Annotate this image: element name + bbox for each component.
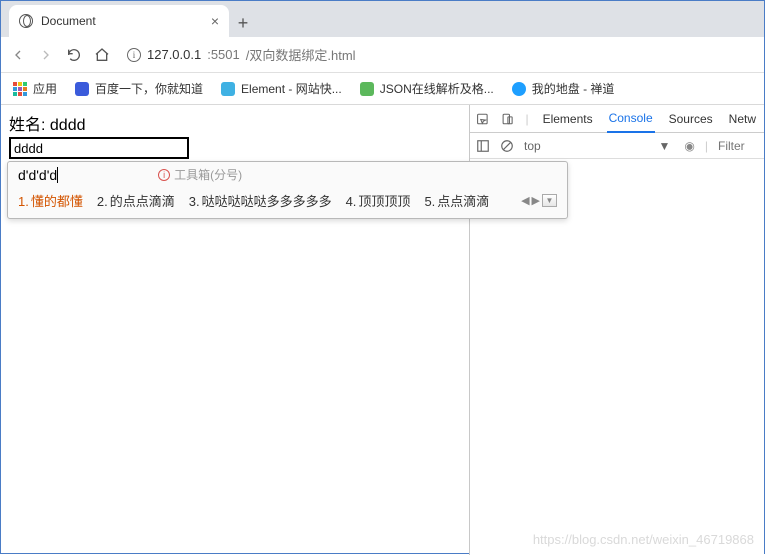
name-label: 姓名: dddd — [9, 111, 461, 135]
apps-label: 应用 — [33, 80, 57, 97]
ime-candidate[interactable]: 2.的点点滴滴 — [97, 191, 175, 210]
bound-value: dddd — [50, 117, 86, 134]
tab-console[interactable]: Console — [607, 105, 655, 133]
back-button[interactable] — [9, 46, 27, 64]
apps-icon — [13, 82, 27, 96]
page-viewport: 姓名: dddd d'd'd'd i 工具箱(分号) 1.懂的都懂 2.的点点滴… — [1, 105, 470, 555]
url-host: 127.0.0.1 — [147, 47, 201, 62]
url-box[interactable]: i 127.0.0.1 :5501/双向数据绑定.html — [121, 45, 756, 64]
ime-pager[interactable]: ◀ ▶ ▼ — [521, 194, 557, 207]
close-tab-icon[interactable]: × — [211, 13, 219, 29]
bookmark-bar: 应用 百度一下，你就知道 Element - 网站快... JSON在线解析及格… — [1, 73, 764, 105]
ime-candidate[interactable]: 4.顶顶顶顶 — [346, 191, 411, 210]
ime-candidate[interactable]: 3.哒哒哒哒哒多多多多多 — [189, 191, 332, 210]
new-tab-button[interactable]: + — [229, 9, 257, 37]
ime-popup: d'd'd'd i 工具箱(分号) 1.懂的都懂 2.的点点滴滴 3.哒哒哒哒哒… — [7, 161, 568, 219]
ime-composition: d'd'd'd — [18, 167, 58, 183]
bookmark-item[interactable]: JSON在线解析及格... — [360, 80, 494, 97]
site-info-icon[interactable]: i — [127, 48, 141, 62]
reload-button[interactable] — [65, 46, 83, 64]
content-area: 姓名: dddd d'd'd'd i 工具箱(分号) 1.懂的都懂 2.的点点滴… — [1, 105, 764, 555]
live-expression-icon[interactable]: ◉ — [684, 139, 694, 153]
inspect-icon[interactable] — [476, 112, 489, 126]
devtools-tabs: | Elements Console Sources Netw — [470, 105, 764, 133]
tab-network[interactable]: Netw — [727, 105, 758, 133]
bookmark-item[interactable]: 百度一下，你就知道 — [75, 80, 203, 97]
tab-elements[interactable]: Elements — [541, 105, 595, 133]
favicon-icon — [360, 82, 374, 96]
browser-tab[interactable]: Document × — [9, 5, 229, 37]
ime-toolbox-hint[interactable]: i 工具箱(分号) — [158, 166, 242, 183]
bookmark-item[interactable]: Element - 网站快... — [221, 80, 342, 97]
tab-sources[interactable]: Sources — [667, 105, 715, 133]
apps-button[interactable]: 应用 — [13, 80, 57, 97]
globe-icon — [19, 14, 33, 28]
filter-input[interactable] — [718, 139, 758, 153]
address-bar: i 127.0.0.1 :5501/双向数据绑定.html — [1, 37, 764, 73]
ime-candidate[interactable]: 5.点点滴滴 — [424, 191, 489, 210]
dropdown-icon[interactable]: ▼ — [542, 194, 557, 207]
clear-console-icon[interactable] — [500, 139, 514, 153]
home-button[interactable] — [93, 46, 111, 64]
url-path: /双向数据绑定.html — [246, 45, 356, 64]
name-input[interactable] — [9, 137, 189, 159]
watermark: https://blog.csdn.net/weixin_46719868 — [533, 532, 754, 547]
url-port: :5501 — [207, 47, 240, 62]
context-selector[interactable]: top▼ — [524, 139, 674, 153]
device-toggle-icon[interactable] — [501, 112, 514, 126]
favicon-icon — [512, 82, 526, 96]
bookmark-item[interactable]: 我的地盘 - 禅道 — [512, 80, 615, 97]
browser-tab-bar: Document × + — [1, 1, 764, 37]
chevron-left-icon[interactable]: ◀ — [521, 194, 529, 207]
info-icon: i — [158, 169, 170, 181]
ime-candidate[interactable]: 1.懂的都懂 — [18, 191, 83, 210]
ime-candidates: 1.懂的都懂 2.的点点滴滴 3.哒哒哒哒哒多多多多多 4.顶顶顶顶 5.点点滴… — [8, 185, 567, 218]
favicon-icon — [75, 82, 89, 96]
sidebar-toggle-icon[interactable] — [476, 139, 490, 153]
chevron-right-icon[interactable]: ▶ — [532, 194, 540, 207]
console-toolbar: top▼ ◉ | — [470, 133, 764, 159]
favicon-icon — [221, 82, 235, 96]
tab-title: Document — [41, 14, 96, 28]
forward-button[interactable] — [37, 46, 55, 64]
